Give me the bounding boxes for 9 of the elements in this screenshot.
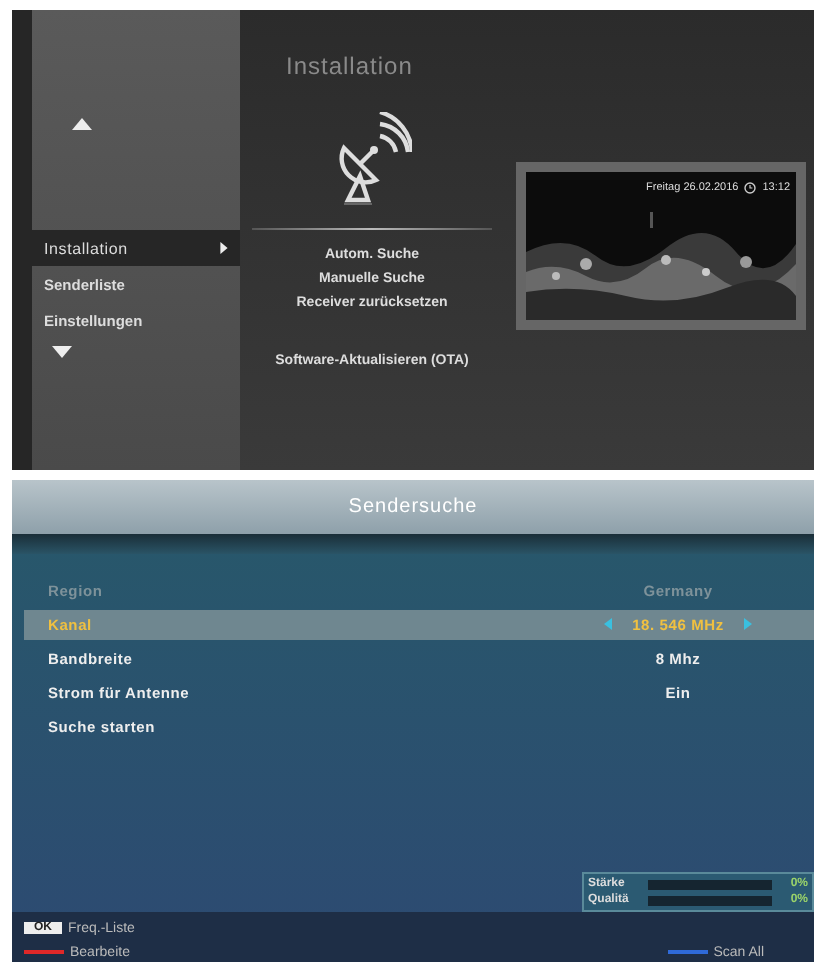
down-arrow-icon [52, 346, 72, 358]
right-arrow-icon [743, 618, 752, 631]
menu-item[interactable]: Installation [32, 230, 240, 266]
caret-icon [220, 242, 228, 254]
title-bar: Sendersuche [12, 480, 814, 534]
up-arrow-icon [72, 118, 92, 130]
screen-title: Installation [286, 52, 413, 80]
left-arrow-icon [604, 618, 613, 631]
clock-icon [744, 182, 757, 194]
